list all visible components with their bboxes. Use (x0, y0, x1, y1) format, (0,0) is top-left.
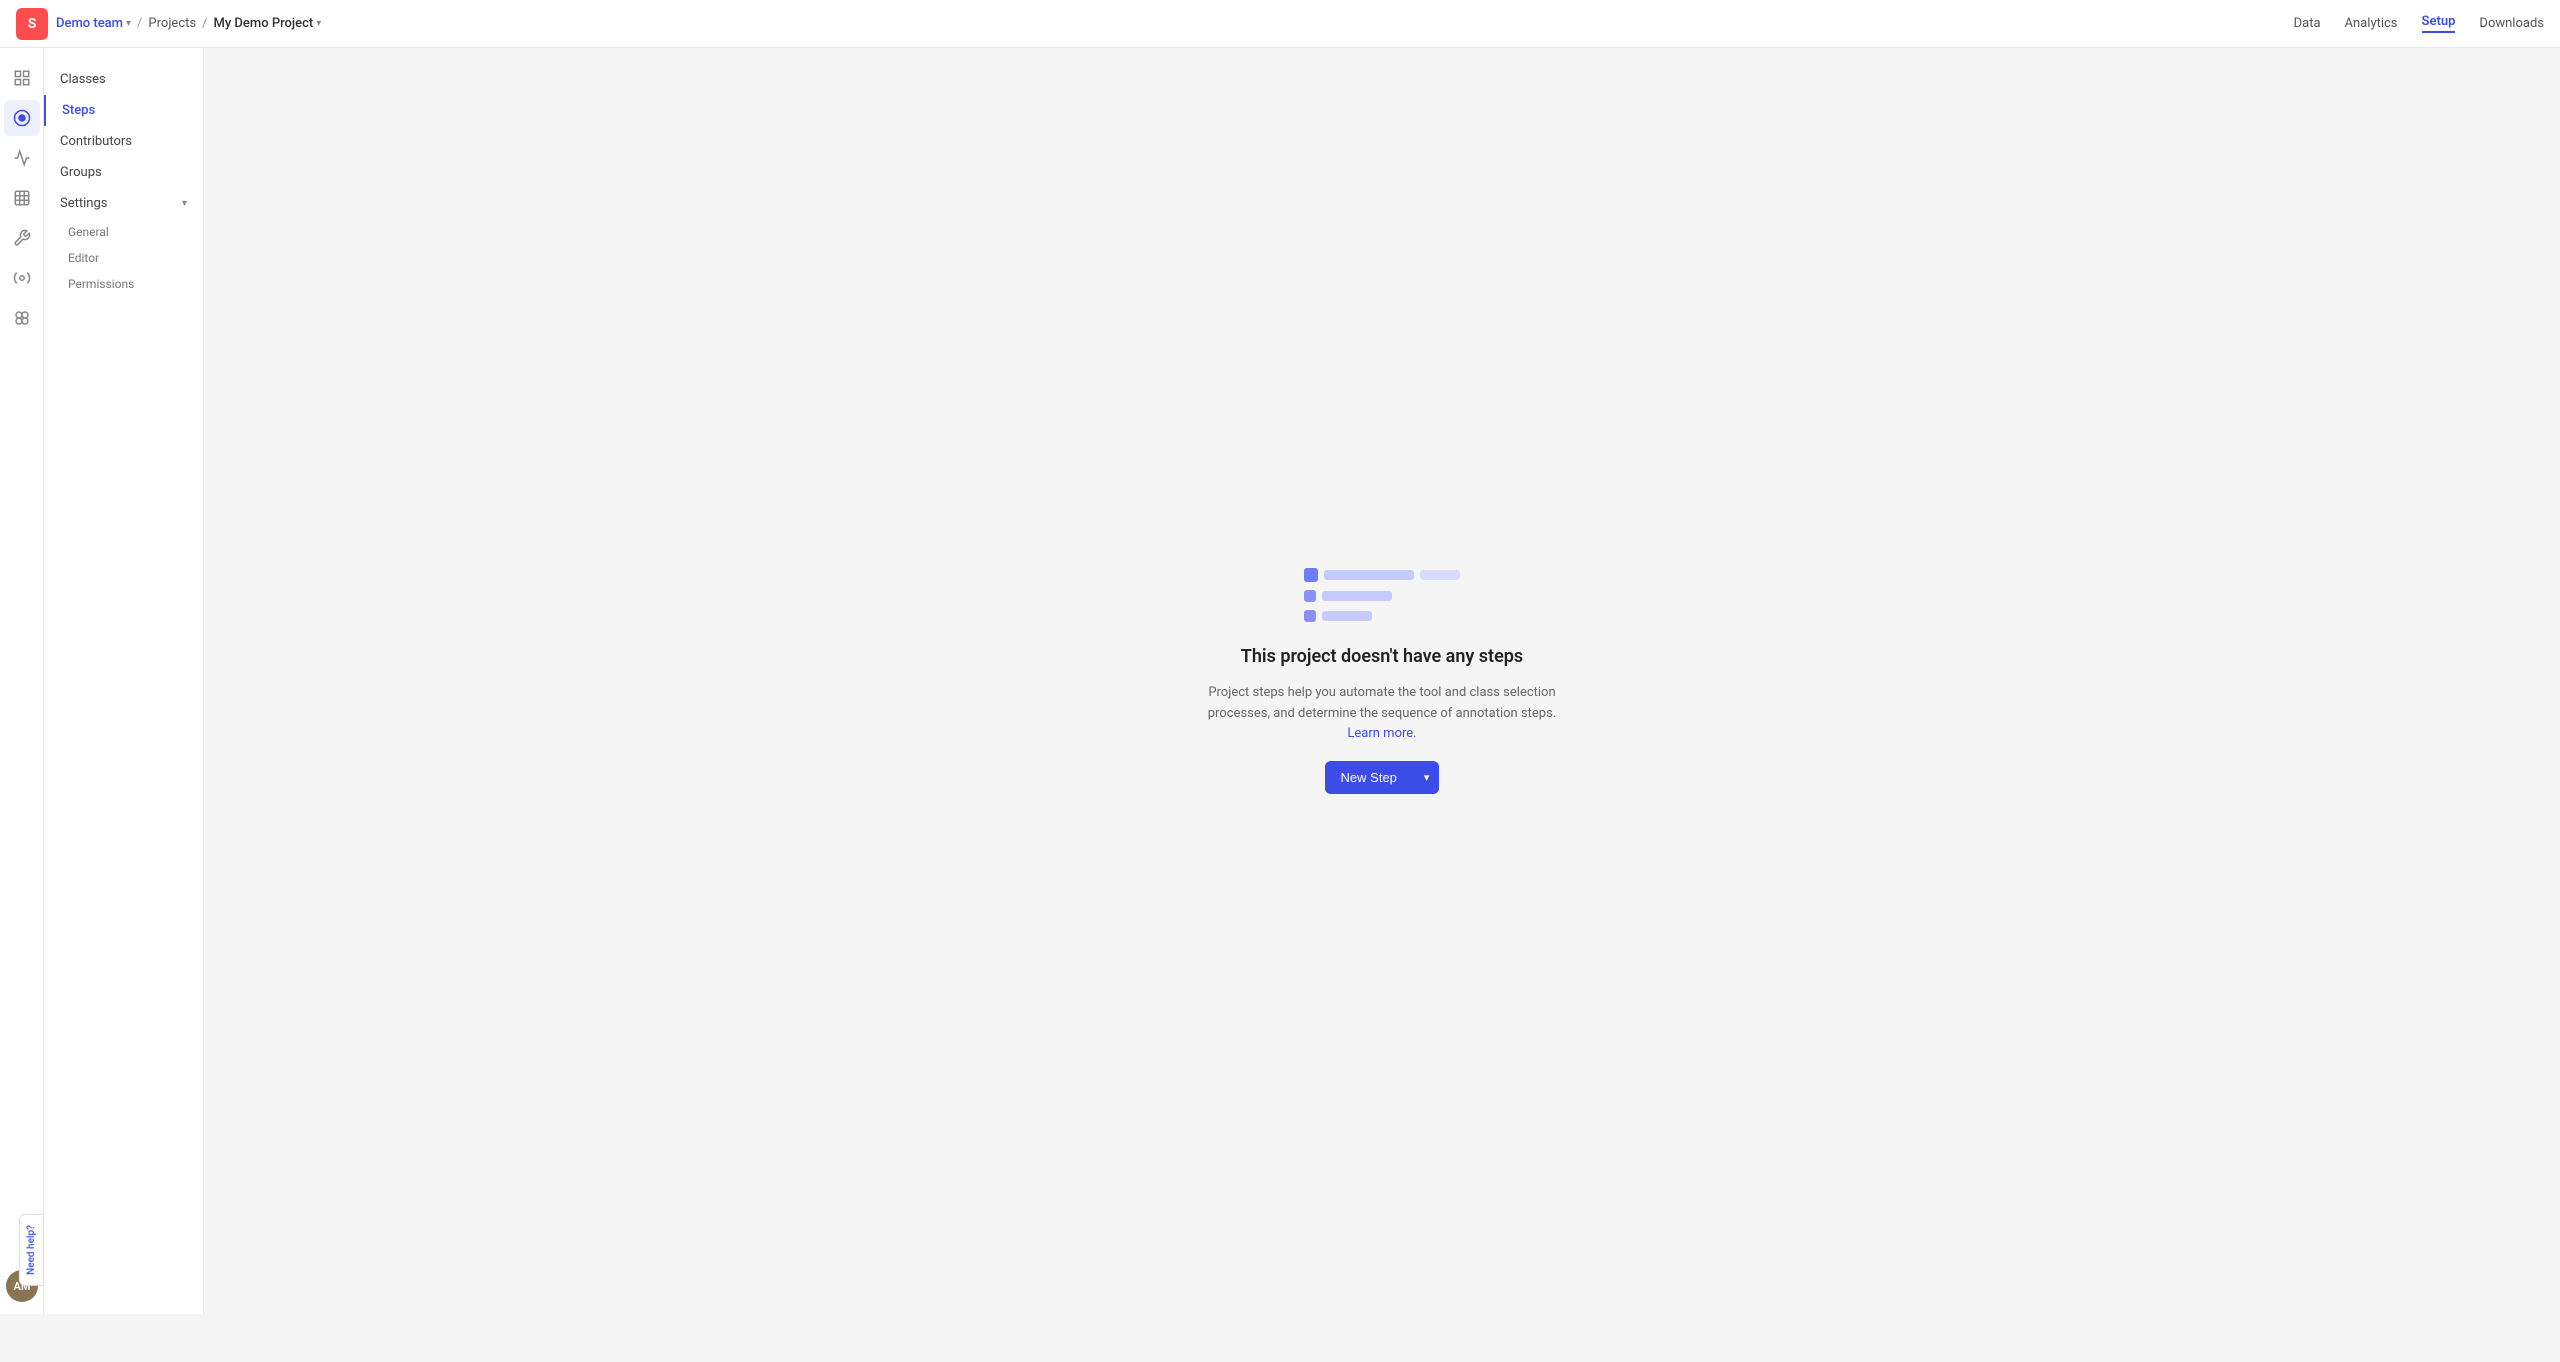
illus-bar-2 (1420, 570, 1460, 580)
sidebar-item-permissions[interactable]: Permissions (44, 271, 203, 297)
chevron-down-icon: ▾ (1424, 771, 1430, 784)
breadcrumb-separator-2: / (202, 16, 207, 31)
empty-state-description: Project steps help you automate the tool… (1202, 683, 1562, 745)
app-logo[interactable]: S (16, 8, 48, 40)
illus-row-2 (1304, 590, 1460, 602)
nav-setup[interactable]: Setup (2422, 14, 2456, 33)
sidebar-icon-integrations[interactable] (4, 260, 40, 296)
empty-state: This project doesn't have any steps Proj… (1202, 568, 1562, 794)
nav-analytics[interactable]: Analytics (2345, 16, 2398, 31)
top-nav: S Demo team ▾ / Projects / My Demo Proje… (0, 0, 2560, 48)
icon-sidebar: AM (0, 48, 44, 1314)
illus-bar-1 (1324, 570, 1414, 580)
main-content: This project doesn't have any steps Proj… (204, 48, 2560, 1314)
breadcrumb-separator: / (137, 16, 142, 31)
team-chevron-icon: ▾ (126, 18, 131, 29)
learn-more-link[interactable]: Learn more. (1347, 726, 1416, 741)
sidebar-icon-label[interactable] (4, 100, 40, 136)
sidebar-item-contributors[interactable]: Contributors (44, 126, 203, 157)
breadcrumb-team[interactable]: Demo team ▾ (56, 16, 131, 31)
new-step-dropdown-button[interactable]: ▾ (1414, 762, 1440, 793)
sidebar-item-groups[interactable]: Groups (44, 157, 203, 188)
illus-row-1 (1304, 568, 1460, 582)
sidebar-item-settings[interactable]: Settings ▾ (44, 188, 203, 219)
sidebar-icon-tools[interactable] (4, 220, 40, 256)
illus-dot-3 (1304, 610, 1316, 622)
empty-state-title: This project doesn't have any steps (1241, 646, 1523, 667)
sidebar-item-editor[interactable]: Editor (44, 245, 203, 271)
illus-bar-4 (1322, 611, 1372, 621)
sidebar-icon-dashboard[interactable] (4, 60, 40, 96)
new-step-button-group: New Step ▾ (1325, 761, 1440, 794)
sidebar-item-general[interactable]: General (44, 219, 203, 245)
illus-dot-1 (1304, 568, 1318, 582)
breadcrumb-projects[interactable]: Projects (148, 16, 196, 31)
project-chevron-icon: ▾ (316, 18, 321, 29)
empty-illustration (1304, 568, 1460, 622)
settings-chevron-icon: ▾ (182, 198, 187, 209)
nav-left: S Demo team ▾ / Projects / My Demo Proje… (16, 8, 321, 40)
illus-dot-2 (1304, 590, 1316, 602)
sidebar-icon-apps[interactable] (4, 300, 40, 336)
need-help-button[interactable]: Need help? (19, 1214, 44, 1286)
illus-row-3 (1304, 610, 1460, 622)
nav-data[interactable]: Data (2294, 16, 2321, 31)
sidebar-item-classes[interactable]: Classes (44, 64, 203, 95)
sidebar-icon-analytics[interactable] (4, 140, 40, 176)
sidebar-icon-grid[interactable] (4, 180, 40, 216)
nav-downloads[interactable]: Downloads (2479, 16, 2544, 31)
text-sidebar: Classes Steps Contributors Groups Settin… (44, 48, 204, 1314)
breadcrumb: Demo team ▾ / Projects / My Demo Project… (56, 16, 321, 31)
breadcrumb-project[interactable]: My Demo Project ▾ (213, 16, 321, 31)
new-step-main-button[interactable]: New Step (1325, 761, 1413, 794)
nav-right: Data Analytics Setup Downloads (2294, 14, 2544, 33)
illus-bar-3 (1322, 591, 1392, 601)
sidebar-item-steps[interactable]: Steps (44, 95, 203, 126)
